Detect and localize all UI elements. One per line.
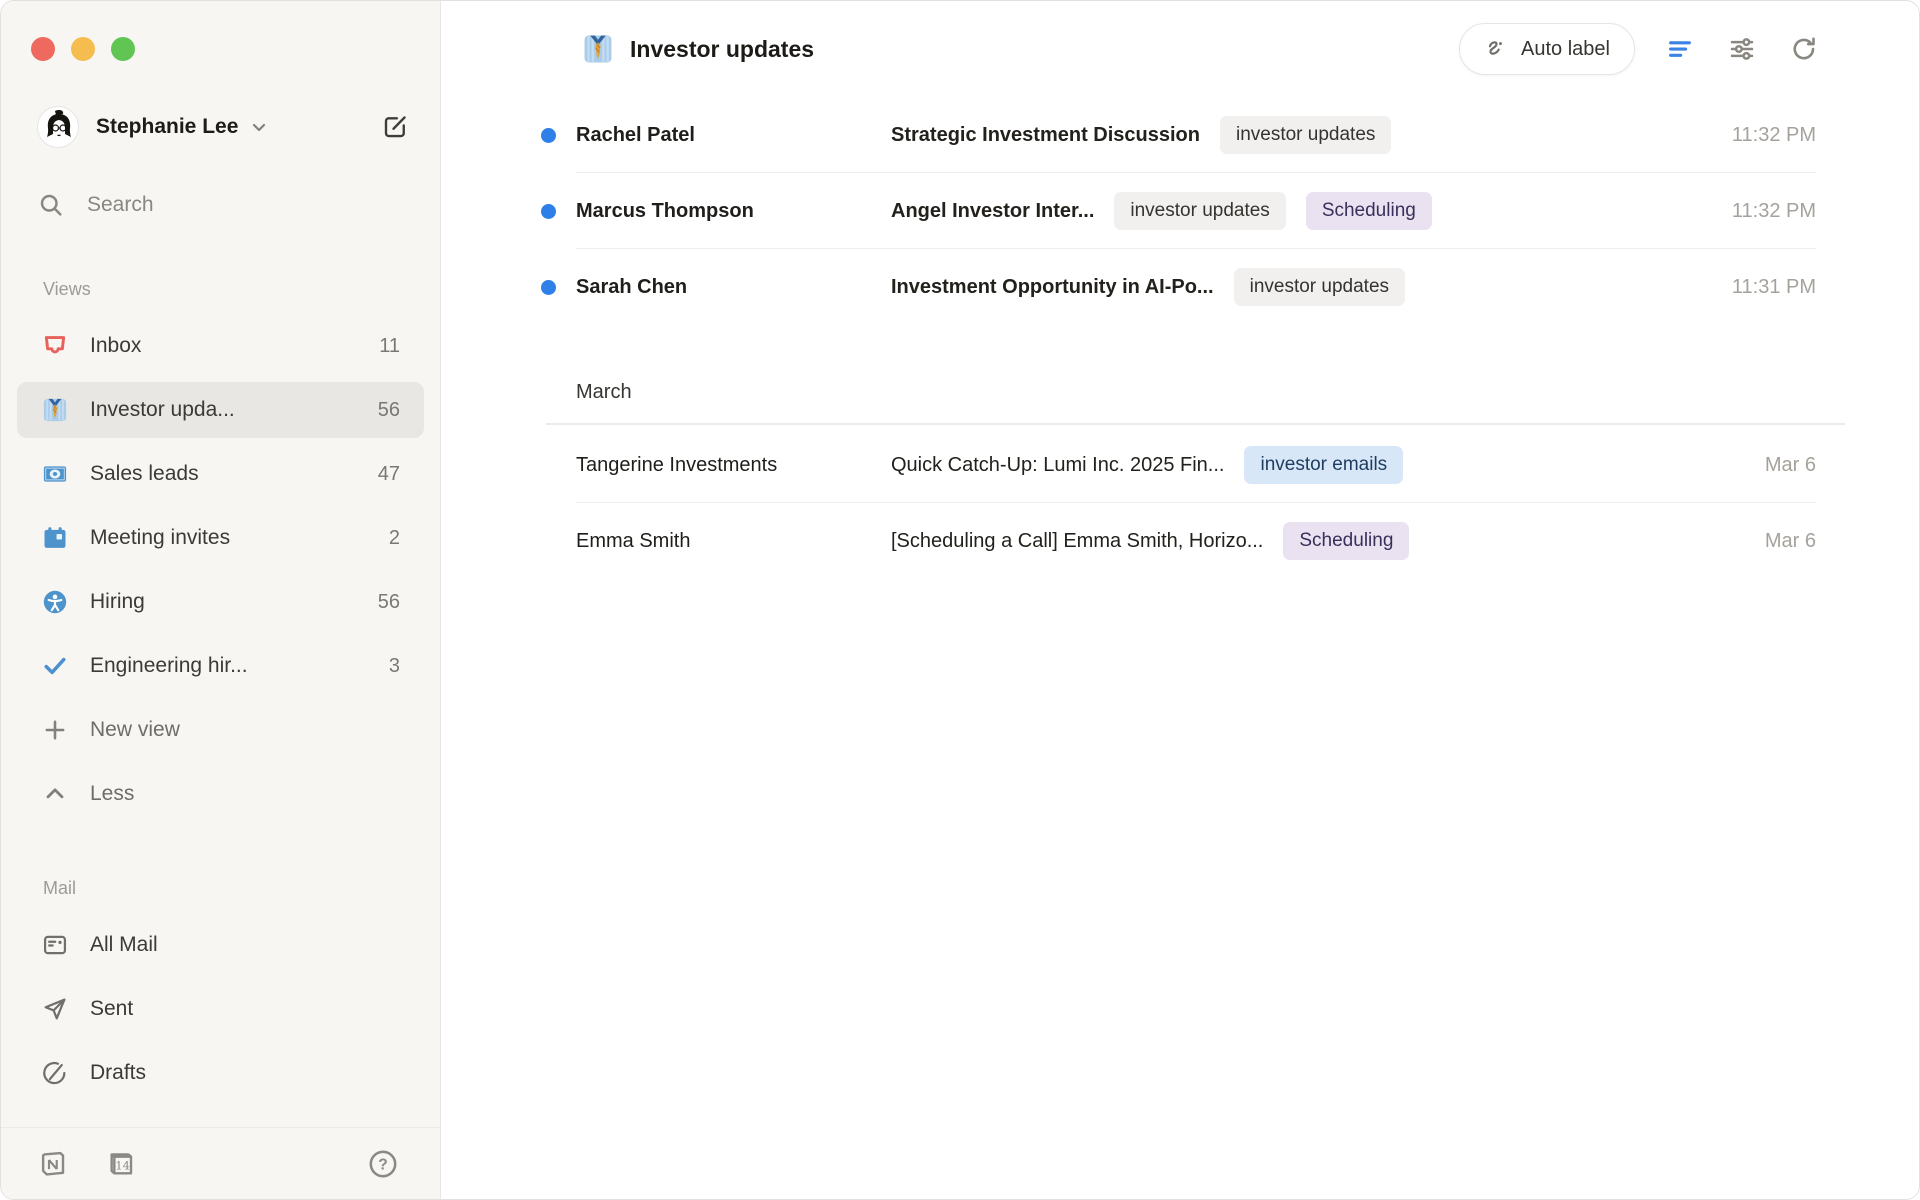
email-sender: Rachel Patel [576,124,891,147]
svg-text:?: ? [378,1156,388,1173]
sidebar-nav: Views Inbox 11 [1,279,440,1127]
window-controls [1,1,440,61]
page-title: Investor updates [630,36,814,63]
new-view-button[interactable]: New view [17,702,424,758]
date-group-label: March [576,381,632,404]
label-chip[interactable]: investor updates [1234,268,1405,306]
minimize-window-button[interactable] [71,37,95,61]
zoom-window-button[interactable] [111,37,135,61]
sidebar-item-hiring[interactable]: Hiring 56 [17,574,424,630]
email-row[interactable]: Marcus Thompson Angel Investor Inter... … [441,173,1919,249]
email-subject: [Scheduling a Call] Emma Smith, Horizo..… [891,530,1263,553]
label-chip[interactable]: Scheduling [1283,522,1409,560]
unread-count: 3 [389,655,400,678]
unread-count: 56 [378,591,400,614]
email-sender: Emma Smith [576,530,891,553]
avatar [37,106,79,148]
calendar-app-icon[interactable]: 14 [105,1148,137,1180]
email-time: 11:31 PM [1686,276,1816,299]
mail-section-label: Mail [43,878,440,899]
label-chip[interactable]: investor emails [1244,446,1403,484]
search-icon [37,191,65,219]
sidebar-item-all-mail[interactable]: All Mail [17,917,424,973]
chevron-down-icon [248,116,270,138]
sidebar-footer: 14 ? [1,1127,440,1199]
search-placeholder: Search [87,193,154,217]
money-icon [41,460,69,488]
less-button[interactable]: Less [17,766,424,822]
date-group-header: March [441,361,1919,423]
unread-count: 2 [389,527,400,550]
auto-label-icon [1484,36,1510,62]
notion-icon[interactable] [37,1148,69,1180]
unread-count: 56 [378,399,400,422]
user-name: Stephanie Lee [96,115,238,139]
email-subject: Strategic Investment Discussion [891,124,1200,147]
unread-count: 11 [379,335,400,358]
email-row[interactable]: Rachel Patel Strategic Investment Discus… [441,97,1919,173]
close-window-button[interactable] [31,37,55,61]
sidebar-item-sent[interactable]: Sent [17,981,424,1037]
view-header: Investor updates Auto label [441,1,1919,97]
sidebar-item-investor-updates[interactable]: Investor upda... 56 [17,382,424,438]
svg-text:14: 14 [115,1158,129,1172]
account-switcher[interactable]: Stephanie Lee [37,99,410,155]
chevron-up-icon [41,780,69,808]
sliders-icon[interactable] [1727,34,1757,64]
unread-dot-icon [541,280,556,295]
email-row[interactable]: Emma Smith [Scheduling a Call] Emma Smit… [441,503,1919,579]
email-subject: Investment Opportunity in AI-Po... [891,276,1214,299]
unread-dot-icon [541,204,556,219]
checkmark-icon [41,652,69,680]
email-row[interactable]: Sarah Chen Investment Opportunity in AI-… [441,249,1919,325]
plus-icon [41,716,69,744]
help-icon[interactable]: ? [366,1147,400,1181]
sidebar-item-engineering-hiring[interactable]: Engineering hir... 3 [17,638,424,694]
drafts-icon [41,1059,69,1087]
sidebar-item-sales-leads[interactable]: Sales leads 47 [17,446,424,502]
compose-icon[interactable] [380,112,410,142]
accessibility-icon [41,588,69,616]
necktie-icon [581,32,615,66]
email-sender: Sarah Chen [576,276,891,299]
email-row[interactable]: Tangerine Investments Quick Catch-Up: Lu… [441,427,1919,503]
email-sender: Tangerine Investments [576,454,891,477]
views-section-label: Views [43,279,440,300]
label-chip[interactable]: investor updates [1114,192,1285,230]
search-input[interactable]: Search [37,181,410,229]
auto-label-button[interactable]: Auto label [1459,23,1635,75]
calendar-icon [41,524,69,552]
necktie-icon [41,396,69,424]
email-list: Rachel Patel Strategic Investment Discus… [441,97,1919,1199]
send-icon [41,995,69,1023]
email-subject: Angel Investor Inter... [891,200,1094,223]
email-time: 11:32 PM [1686,200,1816,223]
filter-icon[interactable] [1665,34,1695,64]
unread-count: 47 [378,463,400,486]
label-chip[interactable]: investor updates [1220,116,1391,154]
email-sender: Marcus Thompson [576,200,891,223]
group-divider [546,423,1845,425]
email-time: 11:32 PM [1686,124,1816,147]
sidebar-item-drafts[interactable]: Drafts [17,1045,424,1101]
all-mail-icon [41,931,69,959]
email-time: Mar 6 [1686,530,1816,553]
label-chip[interactable]: Scheduling [1306,192,1432,230]
inbox-icon [41,332,69,360]
main-panel: Investor updates Auto label [441,1,1919,1199]
app-window: Stephanie Lee Search Views [0,0,1920,1200]
email-subject: Quick Catch-Up: Lumi Inc. 2025 Fin... [891,454,1224,477]
sidebar-item-meeting-invites[interactable]: Meeting invites 2 [17,510,424,566]
sidebar: Stephanie Lee Search Views [1,1,441,1199]
unread-dot-icon [541,128,556,143]
refresh-icon[interactable] [1789,34,1819,64]
email-time: Mar 6 [1686,454,1816,477]
sidebar-item-inbox[interactable]: Inbox 11 [17,318,424,374]
